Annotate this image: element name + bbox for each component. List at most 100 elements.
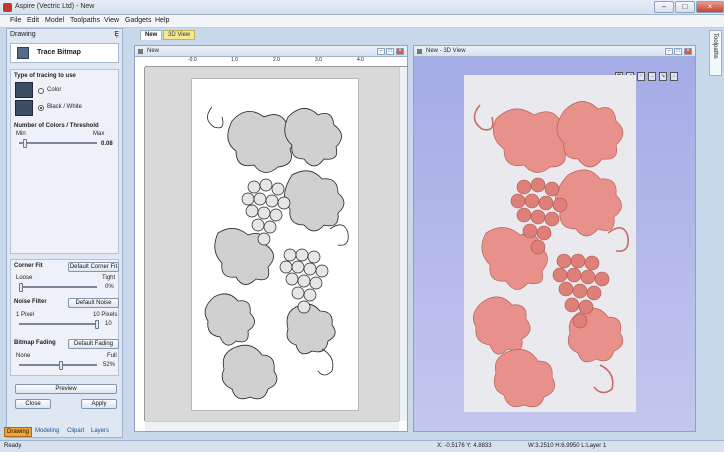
- threshold-slider-thumb[interactable]: [22, 139, 27, 148]
- vertical-scrollbar[interactable]: [399, 67, 407, 421]
- menu-gadgets[interactable]: Gadgets: [125, 17, 151, 24]
- corner-fit-label: Corner Fit: [14, 263, 43, 269]
- corner-fit-value: 0%: [105, 284, 114, 290]
- default-corner-fit-button[interactable]: Default Corner Fit: [68, 262, 119, 272]
- default-noise-button[interactable]: Default Noise: [68, 298, 119, 308]
- view-2d-window: New – □ × -0.0 1.0 2.0 3.0 4.0: [134, 45, 408, 432]
- preview-button[interactable]: Preview: [15, 384, 117, 394]
- toolpaths-side-tab[interactable]: Toolpaths: [709, 30, 722, 76]
- menu-edit[interactable]: Edit: [27, 17, 39, 24]
- app-logo-icon: [3, 3, 12, 12]
- 3d-material-block: [464, 75, 636, 412]
- view-3d-maximize-button[interactable]: □: [674, 48, 682, 55]
- noise-slider-thumb[interactable]: [95, 320, 99, 329]
- trace-bitmap-icon: [17, 47, 29, 59]
- loose-label: Loose: [16, 275, 33, 281]
- menu-toolpaths[interactable]: Toolpaths: [70, 17, 100, 24]
- fading-full-label: Full: [107, 353, 117, 359]
- noise-max-label: 10 Pixels: [93, 312, 118, 318]
- view-3d-minimize-button[interactable]: –: [665, 48, 673, 55]
- ruler-label: 2.0: [273, 57, 280, 63]
- drawing-panel: Drawing Ȩ Trace Bitmap Type of tracing t…: [6, 28, 123, 438]
- tab-modeling[interactable]: Modeling: [33, 427, 61, 437]
- fading-none-label: None: [16, 353, 31, 359]
- window-icon: [417, 49, 422, 54]
- status-ready: Ready: [4, 443, 22, 449]
- window-icon: [138, 49, 143, 54]
- view-2d-maximize-button[interactable]: □: [386, 48, 394, 55]
- cursor-coordinates: X: -0.5176 Y: 4.8833: [437, 443, 492, 449]
- panel-tabs: Drawing Modeling Clipart Layers: [0, 426, 130, 438]
- maximize-button[interactable]: □: [675, 1, 695, 13]
- 3d-canvas[interactable]: ▣ ↗ ↑ → ↘ ↓: [414, 57, 695, 431]
- minimize-button[interactable]: –: [654, 1, 674, 13]
- bw-option-label: Black / White: [47, 104, 83, 110]
- menu-bar: File Edit Model Toolpaths View Gadgets H…: [0, 15, 724, 28]
- title-bar: Aspire (Vectric Ltd) - New – □ ×: [0, 0, 724, 15]
- ruler-label: 1.0: [231, 57, 238, 63]
- material-sheet: [191, 78, 359, 411]
- menu-view[interactable]: View: [104, 17, 119, 24]
- toolpaths-tab-label: Toolpaths: [712, 33, 718, 59]
- menu-model[interactable]: Model: [45, 17, 64, 24]
- tab-layers[interactable]: Layers: [89, 427, 111, 437]
- corner-fit-slider-thumb[interactable]: [19, 283, 23, 292]
- horizontal-ruler: -0.0 1.0 2.0 3.0 4.0: [145, 57, 407, 67]
- corner-fit-slider-track[interactable]: [19, 286, 97, 288]
- selection-size: W:3.2510 H:6.9950 L:Layer 1: [528, 443, 607, 449]
- view-3d-window: New - 3D View – □ × ▣ ↗ ↑ → ↘ ↓: [413, 45, 696, 432]
- tab-drawing[interactable]: Drawing: [4, 427, 33, 437]
- noise-slider-track[interactable]: [19, 323, 97, 325]
- noise-min-label: 1 Pixel: [16, 312, 35, 318]
- threshold-value: 0.08: [101, 141, 113, 147]
- tab-3d-view[interactable]: 3D View: [163, 30, 196, 40]
- bitmap-fading-label: Bitmap Fading: [14, 340, 56, 346]
- threshold-slider-track[interactable]: [19, 142, 97, 144]
- view-3d-close-button[interactable]: ×: [684, 48, 692, 55]
- fading-slider-thumb[interactable]: [58, 361, 63, 370]
- default-fading-button[interactable]: Default Fading: [68, 339, 119, 349]
- noise-value: 10: [105, 321, 112, 327]
- ruler-label: 3.0: [315, 57, 322, 63]
- apply-button[interactable]: Apply: [81, 399, 117, 409]
- bottom-view-icon[interactable]: ↓: [670, 72, 678, 81]
- colors-threshold-label: Number of Colors / Threshold: [14, 123, 99, 129]
- view-2d-titlebar: New – □ ×: [135, 46, 407, 57]
- front-view-icon[interactable]: →: [648, 72, 656, 81]
- view-3d-titlebar: New - 3D View – □ ×: [414, 46, 695, 57]
- tight-label: Tight: [102, 275, 116, 281]
- tracing-settings-section: Type of tracing to use Color Black / Whi…: [10, 69, 119, 254]
- window-title: Aspire (Vectric Ltd) - New: [15, 3, 95, 10]
- black-white-radio[interactable]: [38, 105, 44, 111]
- color-option-label: Color: [47, 87, 62, 93]
- noise-filter-label: Noise Filter: [14, 299, 47, 305]
- pin-icon[interactable]: Ȩ: [114, 31, 119, 38]
- tracing-type-label: Type of tracing to use: [14, 73, 76, 79]
- menu-file[interactable]: File: [10, 17, 21, 24]
- view-2d-close-button[interactable]: ×: [396, 48, 404, 55]
- close-window-button[interactable]: ×: [696, 1, 724, 13]
- view-3d-title: New - 3D View: [426, 48, 466, 54]
- min-label: Min: [16, 131, 26, 137]
- panel-title: Drawing: [10, 31, 36, 38]
- side-view-icon[interactable]: ↘: [659, 72, 667, 81]
- view-2d-minimize-button[interactable]: –: [377, 48, 385, 55]
- document-tabs: New 3D View: [130, 28, 710, 40]
- 3d-grapevine-relief: [473, 101, 630, 408]
- tab-clipart[interactable]: Clipart: [65, 427, 86, 437]
- max-label: Max: [93, 131, 105, 137]
- trace-bitmap-title: Trace Bitmap: [37, 49, 81, 56]
- bw-mode-icon: [15, 100, 33, 116]
- color-mode-icon: [15, 82, 33, 98]
- horizontal-scrollbar[interactable]: [145, 421, 399, 431]
- status-bar: Ready X: -0.5176 Y: 4.8833 W:3.2510 H:6.…: [0, 440, 724, 452]
- ruler-label: 4.0: [357, 57, 364, 63]
- drawing-canvas[interactable]: [145, 67, 399, 421]
- color-radio[interactable]: [38, 88, 44, 94]
- ruler-label: -0.0: [188, 57, 197, 63]
- close-button[interactable]: Close: [15, 399, 51, 409]
- menu-help[interactable]: Help: [155, 17, 169, 24]
- tab-new[interactable]: New: [140, 30, 163, 40]
- fading-value: 52%: [103, 362, 116, 368]
- top-view-icon[interactable]: ↑: [637, 72, 645, 81]
